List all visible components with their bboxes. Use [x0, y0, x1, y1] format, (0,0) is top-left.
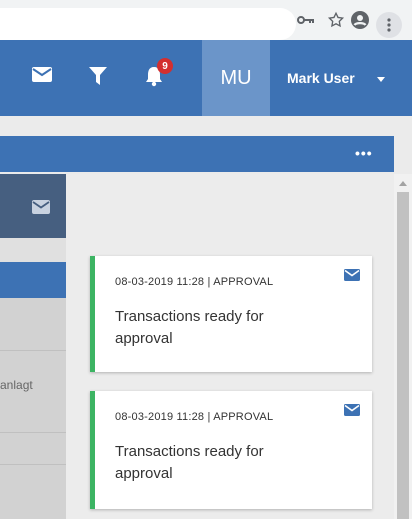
address-bar[interactable] [0, 8, 296, 40]
filter-icon[interactable] [89, 67, 107, 90]
left-panel-band [0, 262, 66, 298]
mail-icon[interactable] [344, 268, 360, 286]
notification-card[interactable]: 08-03-2019 11:28 | APPROVAL Transactions… [90, 391, 372, 509]
user-name[interactable]: Mark User [287, 70, 355, 86]
dropdown-caret-icon[interactable] [377, 77, 385, 82]
app-header: 9 MU Mark User [0, 40, 412, 116]
mail-icon[interactable] [32, 67, 52, 87]
star-icon[interactable] [324, 8, 348, 32]
mail-icon[interactable] [32, 200, 50, 219]
account-icon[interactable] [348, 8, 372, 32]
scroll-up-arrow-icon[interactable] [399, 181, 407, 186]
notification-card[interactable]: 08-03-2019 11:28 | APPROVAL Transactions… [90, 256, 372, 372]
left-panel-header [0, 174, 66, 238]
notification-message: Transactions ready for approval [115, 443, 264, 482]
mail-icon[interactable] [344, 403, 360, 421]
left-panel: anlagt [0, 174, 66, 519]
notification-meta: 08-03-2019 11:28 | APPROVAL [115, 411, 274, 423]
scrollbar[interactable] [394, 174, 412, 519]
row-divider [0, 432, 66, 433]
avatar[interactable]: MU [202, 40, 270, 116]
left-panel-list [0, 298, 66, 519]
notification-message: Transactions ready for approval [115, 308, 264, 347]
row-divider [0, 350, 66, 351]
key-icon[interactable] [294, 8, 318, 32]
row-divider [0, 464, 66, 465]
browser-toolbar [0, 0, 412, 40]
more-options-button[interactable]: ••• [355, 146, 373, 160]
table-cell-text: anlagt [0, 378, 33, 392]
notification-meta: 08-03-2019 11:28 | APPROVAL [115, 276, 274, 288]
scrollbar-thumb[interactable] [397, 192, 409, 519]
more-vert-icon[interactable] [376, 12, 402, 38]
section-bar: ••• [0, 136, 394, 172]
notification-badge: 9 [157, 58, 173, 74]
